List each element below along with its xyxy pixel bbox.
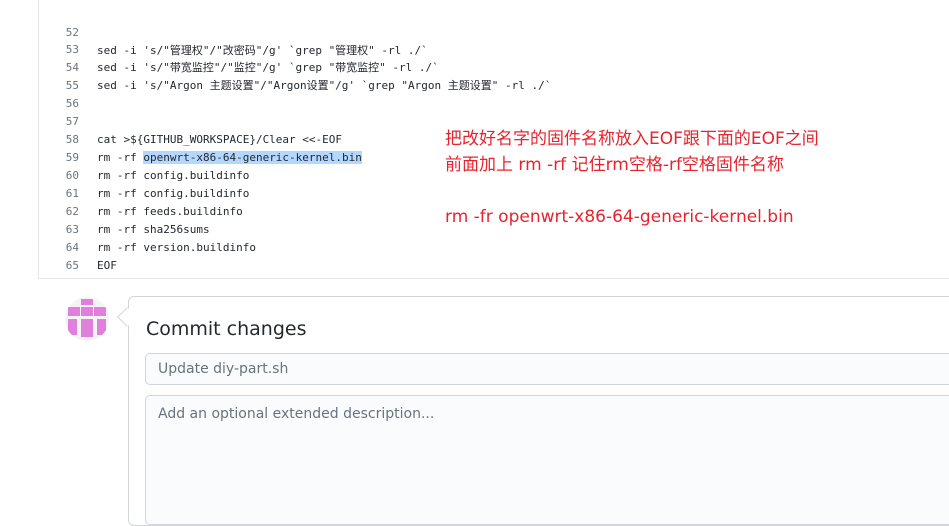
code-text: rm -rf openwrt-x86-64-generic-kernel.bin <box>97 149 362 167</box>
code-text: sed -i 's/"管理权"/"改密码"/g' `grep "管理权" -rl… <box>97 44 428 57</box>
code-line-55: 55 <box>39 59 79 92</box>
avatar[interactable] <box>65 297 109 341</box>
code-line-52: 52 sed -i 's/"管理权"/"改密码"/g' `grep "管理权" … <box>39 6 428 57</box>
code-text: sed -i 's/"Argon 主题设置"/"Argon设置"/g' `gre… <box>97 79 552 92</box>
code-text: rm -rf feeds.buildinfo <box>97 205 243 218</box>
code-text: rm -rf sha256sums <box>97 223 210 236</box>
annotation-line-1: 把改好名字的固件名称放入EOF跟下面的EOF之间 <box>445 129 819 149</box>
code-line-53: 53 sed -i 's/"带宽监控"/"监控"/g' `grep "带宽监控"… <box>39 23 439 74</box>
line-number: 66 <box>39 275 79 278</box>
selected-text: openwrt-x86-64-generic-kernel.bin <box>143 151 362 164</box>
code-line-54: 54 sed -i 's/"Argon 主题设置"/"Argon设置"/g' `… <box>39 41 552 92</box>
annotation-line-3: rm -fr openwrt-x86-64-generic-kernel.bin <box>445 207 794 227</box>
code-line-62: 62 rm -rf sha256sums <box>39 185 210 236</box>
identicon-icon <box>65 297 109 341</box>
code-line-59: 59 rm -rf config.buildinfo <box>39 131 250 182</box>
code-line-66: 66 <box>39 257 79 278</box>
code-prefix: rm -rf <box>97 151 144 164</box>
code-line-57: 57 cat >${GITHUB_WORKSPACE}/Clear <<-EOF <box>39 95 342 146</box>
code-line-61: 61 rm -rf feeds.buildinfo <box>39 167 243 218</box>
code-text: rm -rf version.buildinfo <box>97 241 256 254</box>
code-line-58: 58 rm -rf openwrt-x86-64-generic-kernel.… <box>39 113 362 164</box>
commit-description-input[interactable] <box>145 395 949 525</box>
code-text: rm -rf config.buildinfo <box>97 169 250 182</box>
code-line-64: 64 EOF <box>39 221 117 272</box>
code-line-63: 63 rm -rf version.buildinfo <box>39 203 256 254</box>
code-text: rm -rf config.buildinfo <box>97 187 250 200</box>
commit-summary-input[interactable] <box>145 353 949 385</box>
code-line-56: 56 <box>39 77 79 110</box>
code-line-60: 60 rm -rf config.buildinfo <box>39 149 250 200</box>
code-text: cat >${GITHUB_WORKSPACE}/Clear <<-EOF <box>97 133 343 146</box>
code-line-65: 65 <box>39 239 79 272</box>
code-text: EOF <box>97 259 117 272</box>
code-text: sed -i 's/"带宽监控"/"监控"/g' `grep "带宽监控" -r… <box>97 61 439 74</box>
annotation-line-2: 前面加上 rm -rf 记住rm空格-rf空格固件名称 <box>445 155 784 175</box>
commit-title: Commit changes <box>146 318 307 340</box>
